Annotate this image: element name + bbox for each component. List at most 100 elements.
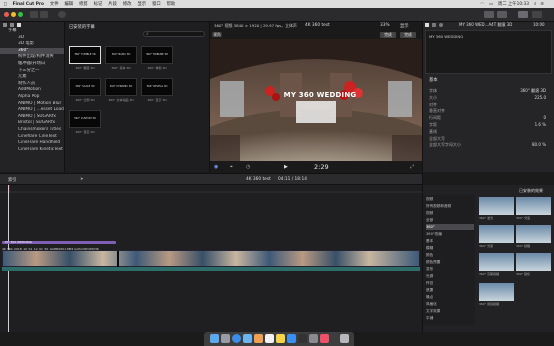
effects-category[interactable]: 视频 <box>426 196 474 202</box>
export-icon[interactable] <box>532 11 542 18</box>
inspector-row-value[interactable]: 80.0 % <box>532 142 546 147</box>
title-thumbnail[interactable]: 360° TUMBLE 3D <box>69 46 101 64</box>
notes-icon[interactable] <box>276 334 285 343</box>
video-clip[interactable] <box>2 250 420 268</box>
final-cut-icon[interactable] <box>298 334 307 343</box>
menu-window[interactable]: 窗口 <box>152 1 161 7</box>
title-thumbnail[interactable]: 360° DYNAMIC 3D <box>105 78 137 96</box>
sidebar-item[interactable]: 字幕 <box>0 28 64 35</box>
calendar-icon[interactable] <box>265 334 274 343</box>
sidebar-item[interactable]: 构件出现/构件消失 <box>0 54 64 61</box>
effects-category[interactable]: 噪点 <box>426 294 474 300</box>
battery-icon[interactable]: ▭ <box>489 2 493 7</box>
effects-category[interactable]: 颜色预置 <box>426 259 474 265</box>
photos-icon[interactable] <box>10 23 14 27</box>
menu-mark[interactable]: 标记 <box>94 1 103 7</box>
title-thumbnail[interactable]: 360° TRIBUNE 3D <box>141 46 173 64</box>
menu-modify[interactable]: 修改 <box>123 1 132 7</box>
finder-icon[interactable] <box>210 334 219 343</box>
sidebar-item[interactable]: 元素 <box>0 74 64 81</box>
launchpad-icon[interactable] <box>221 334 230 343</box>
info-inspector-icon[interactable] <box>439 23 443 27</box>
inspector-row[interactable]: 大小 225.0 <box>429 95 548 100</box>
title-thumbnail[interactable]: 360° SCALE 3D <box>69 78 101 96</box>
video-inspector-icon[interactable] <box>432 23 436 27</box>
trash-icon[interactable] <box>340 334 349 343</box>
inspector-row[interactable]: 行间距 0 <box>429 115 548 120</box>
effect-thumbnail[interactable] <box>479 283 514 301</box>
effect-thumbnail[interactable] <box>479 225 514 243</box>
photos-app-icon[interactable] <box>254 334 263 343</box>
wifi-icon[interactable]: ◠ <box>480 2 484 7</box>
menu-app[interactable]: Final Cut Pro <box>13 2 44 7</box>
effects-category[interactable]: 风格化 <box>426 301 474 307</box>
view-dropdown[interactable]: 显示 <box>400 23 409 29</box>
sidebar-item[interactable]: Alpha Pop <box>0 94 64 101</box>
filter-dropdown[interactable]: 已安装的字幕 <box>69 24 95 30</box>
sidebar-item[interactable]: 3D 电影 <box>0 41 64 48</box>
effects-category[interactable]: 所有视频和音频 <box>426 203 474 209</box>
sidebar-item[interactable]: 缓冲器/开场白 <box>0 61 64 68</box>
done-button[interactable]: 完成 <box>380 32 396 38</box>
inspector-row[interactable]: 字距 1.6 % <box>429 122 548 127</box>
speed-icon[interactable]: ◷ <box>246 164 250 170</box>
apple-menu-icon[interactable]:  <box>4 2 7 7</box>
sidebar-item[interactable]: Chainsmokers Titles <box>0 127 64 134</box>
background-tasks-icon[interactable] <box>58 11 66 18</box>
effects-category[interactable]: 颜色 <box>426 252 474 258</box>
sidebar-item[interactable]: 制作人员 <box>0 81 64 88</box>
window-minimize-button[interactable] <box>11 12 16 17</box>
section-basic[interactable]: 基本 <box>429 77 438 83</box>
effects-category[interactable]: 视频 <box>426 210 474 216</box>
menu-list-icon[interactable]: ≡ <box>540 2 544 7</box>
fullscreen-icon[interactable]: ⤢ <box>410 164 414 170</box>
effects-category[interactable]: 基本 <box>426 238 474 244</box>
play-button[interactable]: ▶ <box>284 164 288 170</box>
text-preview[interactable]: MY 360 WEDDING <box>425 30 552 74</box>
effects-category[interactable]: 怀旧 <box>426 280 474 286</box>
text-inspector-icon[interactable] <box>425 23 429 27</box>
inspector-row[interactable]: 字体 360° 翻滚 3D <box>429 88 548 93</box>
import-download-icon[interactable] <box>30 11 38 18</box>
effect-thumbnail[interactable] <box>479 197 514 215</box>
search-input[interactable]: ⌕ <box>143 31 205 37</box>
index-button[interactable]: 索引 <box>8 177 17 183</box>
clock[interactable]: 周二 上午10:33 <box>498 1 529 7</box>
inspector-row[interactable]: 全部大写 <box>429 136 548 141</box>
menu-view[interactable]: 显示 <box>137 1 146 7</box>
effect-thumbnail[interactable] <box>516 225 551 243</box>
title-thumbnail[interactable]: 360° CUSTOM 3D <box>69 110 101 128</box>
share-icon[interactable] <box>484 11 494 18</box>
sidebar-item[interactable]: Bristol | SUGARfx <box>0 120 64 127</box>
effects-category[interactable]: 模糊 <box>426 245 474 251</box>
inspector-row-value[interactable]: 360° 翻滚 3D <box>520 88 546 93</box>
appstore-icon[interactable] <box>287 334 296 343</box>
search-icon[interactable]: ⌕ <box>534 2 536 7</box>
layout-icon[interactable] <box>497 11 507 18</box>
effects-category[interactable]: 平铺 <box>426 315 474 321</box>
titles-icon[interactable] <box>17 23 21 27</box>
zoom-dropdown[interactable]: 33% <box>380 23 390 28</box>
title-clip[interactable]: MY 360 WEDDING <box>2 240 116 244</box>
effects-category[interactable]: 文字效果 <box>426 308 474 314</box>
keywords-key-icon[interactable] <box>40 11 48 18</box>
music-icon[interactable] <box>320 334 329 343</box>
sidebar-item[interactable]: CineFlare Handheld <box>0 140 64 147</box>
inspector-toggle-icon[interactable] <box>518 11 528 18</box>
inspector-row[interactable]: 对齐 <box>429 102 548 107</box>
sidebar-item[interactable]: ANIMO | SUGARfx <box>0 114 64 121</box>
sidebar-item[interactable]: 3D <box>0 35 64 42</box>
inspector-row[interactable]: 全部大写字母大小 80.0 % <box>429 142 548 147</box>
sidebar-item[interactable]: 360° <box>0 47 64 55</box>
inspector-row-value[interactable]: 225.0 <box>535 95 546 100</box>
sidebar-item[interactable]: CineFlare KineticText <box>0 147 64 154</box>
effects-category[interactable]: 变形 <box>426 266 474 272</box>
effect-thumbnail[interactable] <box>516 253 551 271</box>
sidebar-item[interactable]: ANIMO | ...esset Loader <box>0 107 64 114</box>
window-zoom-button[interactable] <box>18 12 23 17</box>
done-button-2[interactable]: 完成 <box>400 32 416 38</box>
menu-trim[interactable]: 修剪 <box>79 1 88 7</box>
sidebar-item[interactable]: 下三分之一 <box>0 68 64 75</box>
menu-edit[interactable]: 编辑 <box>65 1 74 7</box>
tools-arrow-icon[interactable]: ➤ <box>80 177 84 182</box>
